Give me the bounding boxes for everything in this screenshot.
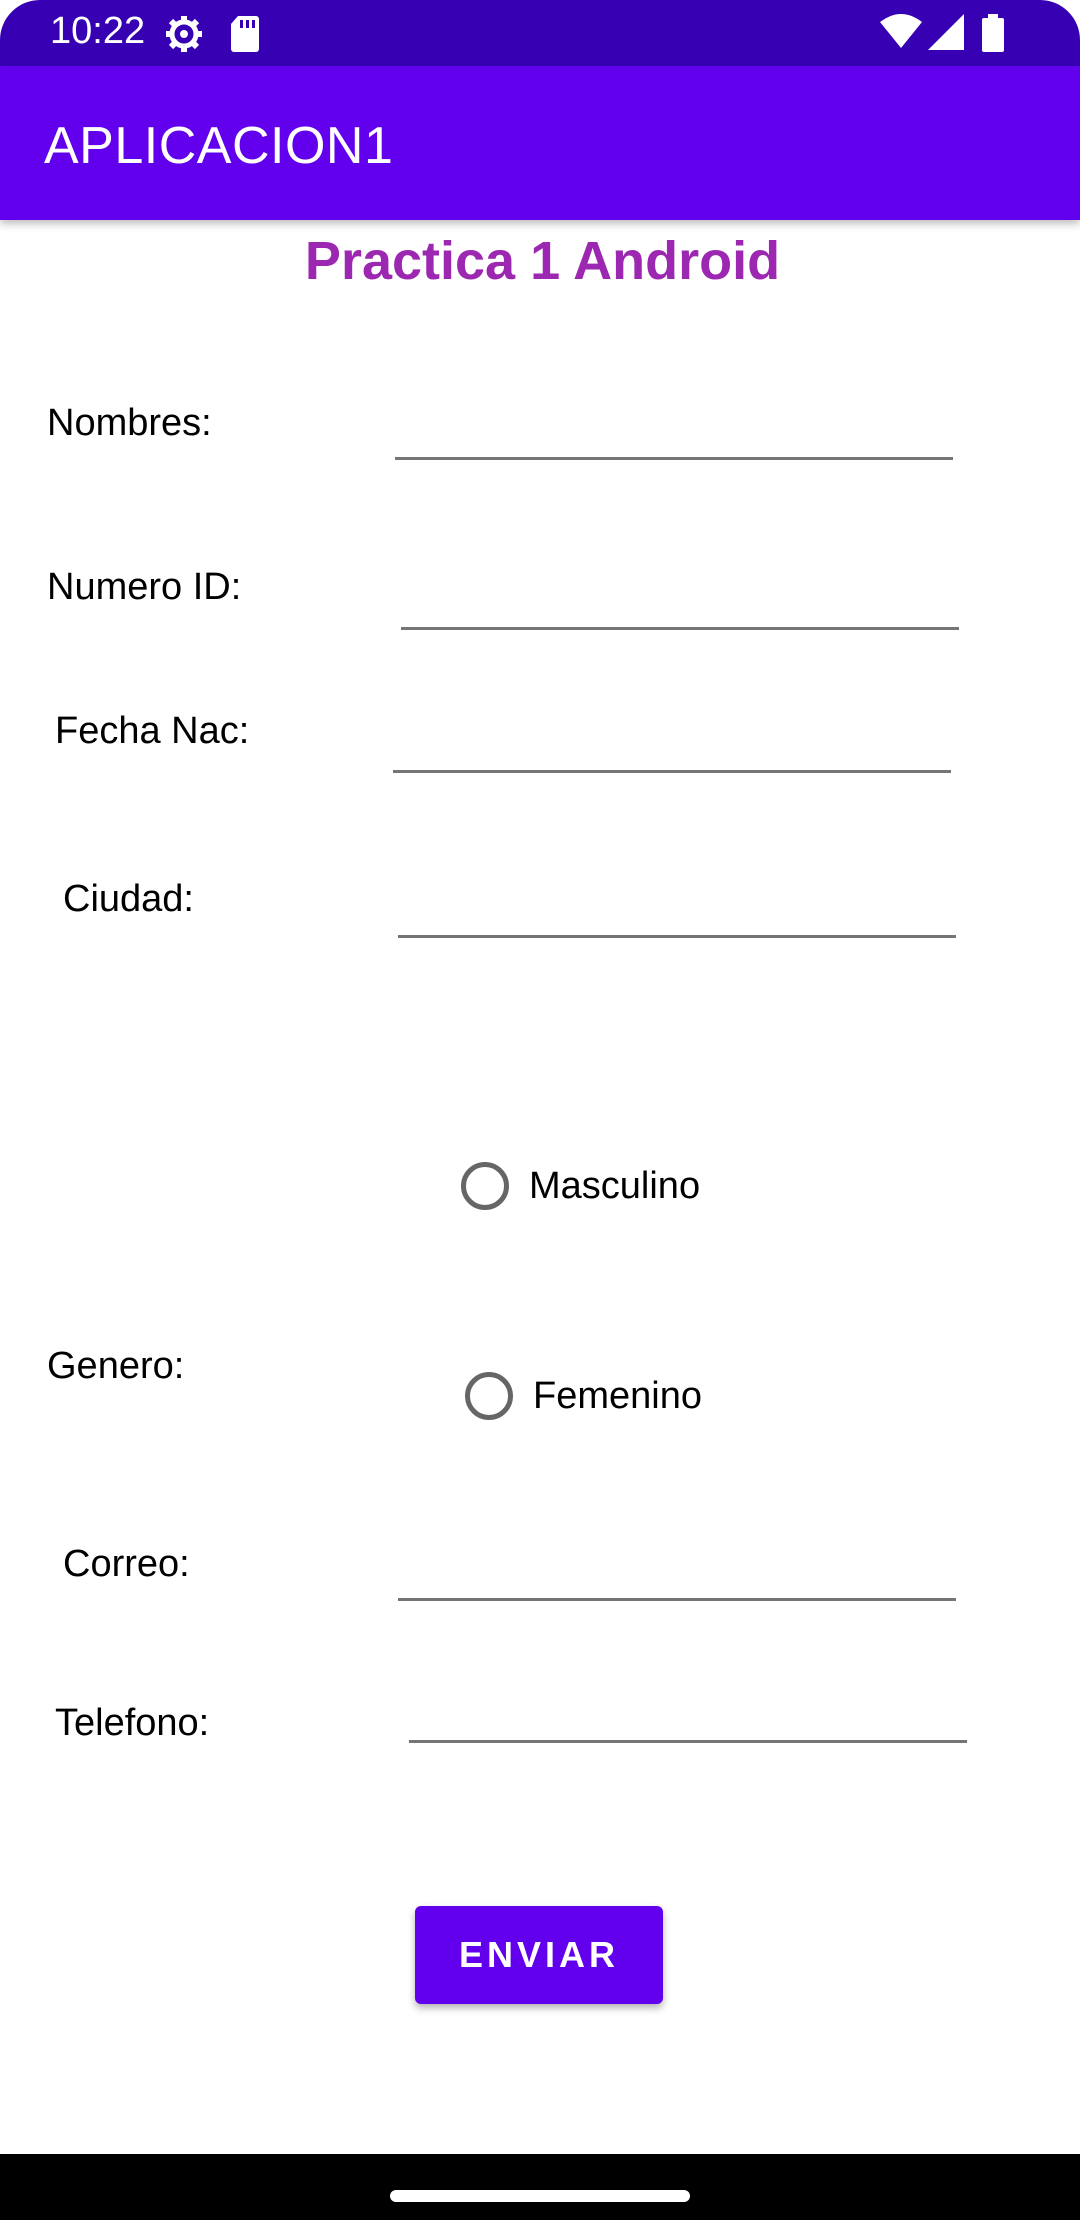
correo-input[interactable] [398, 1541, 956, 1598]
nombres-input[interactable] [395, 400, 953, 457]
home-gesture-handle[interactable] [390, 2190, 690, 2202]
numero-id-label: Numero ID: [47, 566, 242, 608]
numero-id-field[interactable] [401, 570, 959, 630]
wifi-icon [880, 14, 922, 48]
telefono-field[interactable] [409, 1683, 967, 1743]
numero-id-input[interactable] [401, 570, 959, 627]
nombres-label: Nombres: [47, 402, 212, 444]
nombres-field[interactable] [395, 400, 953, 460]
ciudad-input[interactable] [398, 878, 956, 935]
correo-label: Correo: [63, 1543, 190, 1585]
navigation-bar [0, 2154, 1080, 2220]
genero-label: Genero: [47, 1345, 185, 1387]
correo-field[interactable] [398, 1541, 956, 1601]
radio-femenino[interactable]: Femenino [465, 1372, 702, 1420]
app-title: APLICACION1 [44, 117, 394, 175]
telefono-label: Telefono: [55, 1702, 210, 1744]
ciudad-field[interactable] [398, 878, 956, 938]
fecha-nac-label: Fecha Nac: [55, 710, 250, 752]
status-time: 10:22 [50, 10, 146, 52]
sd-card-icon [231, 16, 259, 52]
signal-icon [928, 14, 964, 50]
radio-masculino[interactable]: Masculino [461, 1162, 700, 1210]
page-title: Practica 1 Android [304, 231, 781, 291]
telefono-input[interactable] [409, 1683, 967, 1740]
battery-icon [982, 14, 1004, 52]
radio-masculino-label: Masculino [529, 1164, 701, 1207]
settings-gear-icon [166, 16, 202, 52]
radio-unchecked-icon[interactable] [461, 1162, 509, 1210]
radio-unchecked-icon[interactable] [465, 1372, 513, 1420]
radio-femenino-label: Femenino [533, 1374, 702, 1417]
fecha-nac-input[interactable] [393, 713, 951, 770]
fecha-nac-field[interactable] [393, 713, 951, 773]
ciudad-label: Ciudad: [63, 878, 194, 920]
enviar-button[interactable]: ENVIAR [415, 1906, 663, 2004]
app-bar: APLICACION1 [0, 66, 1080, 220]
status-bar: 10:22 [0, 0, 1080, 66]
